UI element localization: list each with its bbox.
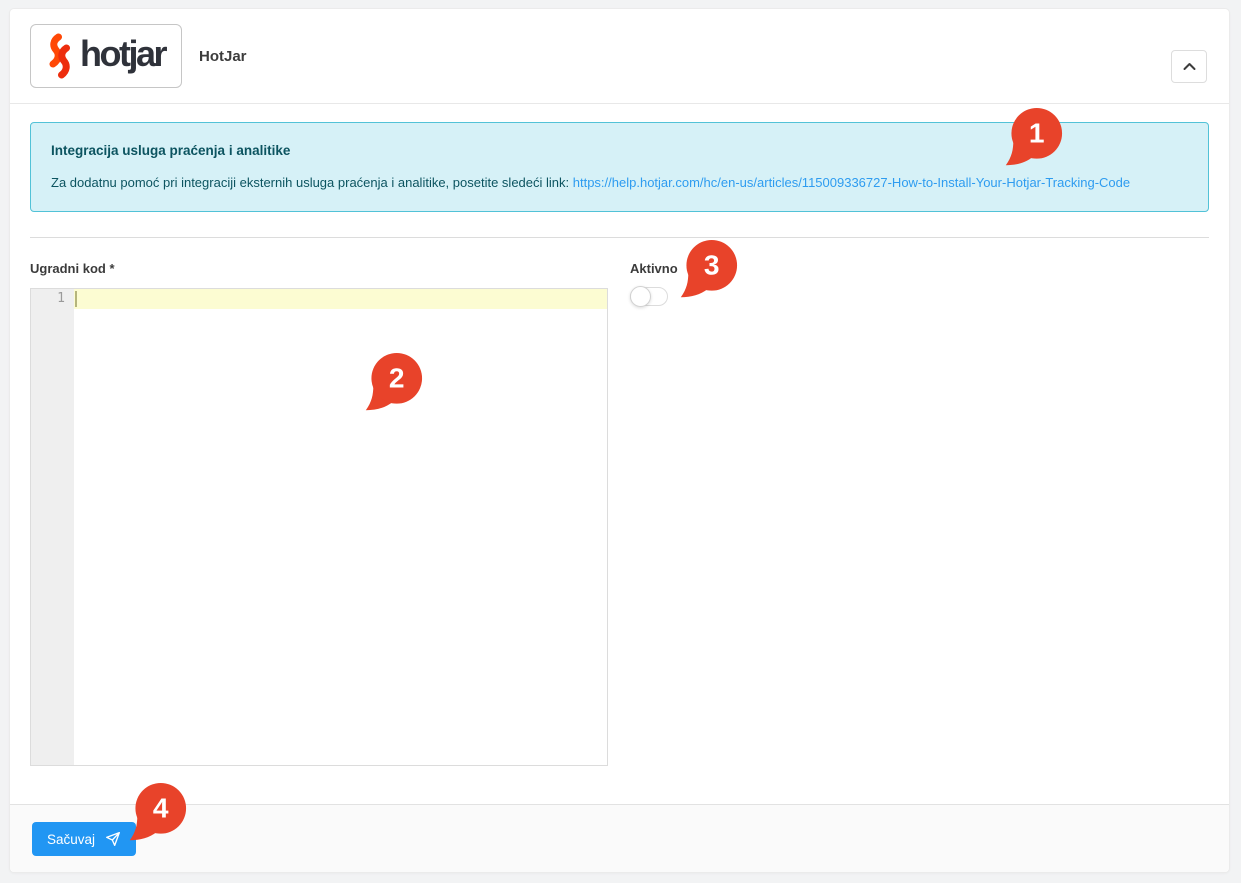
page-title: HotJar (199, 48, 247, 65)
form-row: Ugradni kod * 1 Aktivno (30, 238, 1209, 766)
editor-active-line (74, 289, 607, 309)
embed-code-editor[interactable]: 1 (30, 288, 608, 766)
hotjar-logo-wordmark: hotjar (80, 36, 165, 76)
save-button-label: Sačuvaj (47, 832, 95, 847)
card-footer: Sačuvaj (10, 804, 1229, 872)
card-header: hotjar HotJar (10, 9, 1229, 104)
embed-code-label: Ugradni kod * (30, 261, 608, 276)
callout-badge-2: 2 (363, 353, 423, 413)
active-column: Aktivno (630, 261, 678, 766)
send-icon (105, 831, 121, 847)
embed-code-column: Ugradni kod * 1 (30, 261, 608, 766)
callout-badge-1: 1 (1003, 108, 1063, 168)
callout-badge-4-number: 4 (153, 793, 169, 824)
callout-badge-3-number: 3 (704, 250, 720, 281)
info-alert-text: Za dodatnu pomoć pri integraciji ekstern… (51, 174, 1188, 191)
callout-badge-2-number: 2 (389, 363, 405, 394)
collapse-button[interactable] (1171, 50, 1207, 83)
hotjar-logo: hotjar (30, 24, 182, 88)
info-alert-text-span: Za dodatnu pomoć pri integraciji ekstern… (51, 175, 569, 190)
save-button[interactable]: Sačuvaj (32, 822, 136, 856)
page: { "header": { "logo_text": "hotjar", "ti… (0, 0, 1241, 883)
editor-line-number: 1 (31, 289, 74, 309)
hotjar-flame-icon (47, 33, 73, 79)
callout-badge-3: 3 (678, 240, 738, 300)
editor-gutter: 1 (31, 289, 74, 765)
callout-badge-4: 4 (127, 783, 187, 843)
editor-content[interactable] (74, 289, 607, 765)
editor-caret (75, 291, 77, 307)
chevron-up-icon (1183, 62, 1196, 71)
active-toggle[interactable] (630, 287, 668, 306)
active-label: Aktivno (630, 261, 678, 276)
help-link[interactable]: https://help.hotjar.com/hc/en-us/article… (573, 175, 1130, 190)
active-toggle-knob (630, 286, 651, 307)
callout-badge-1-number: 1 (1029, 118, 1045, 149)
